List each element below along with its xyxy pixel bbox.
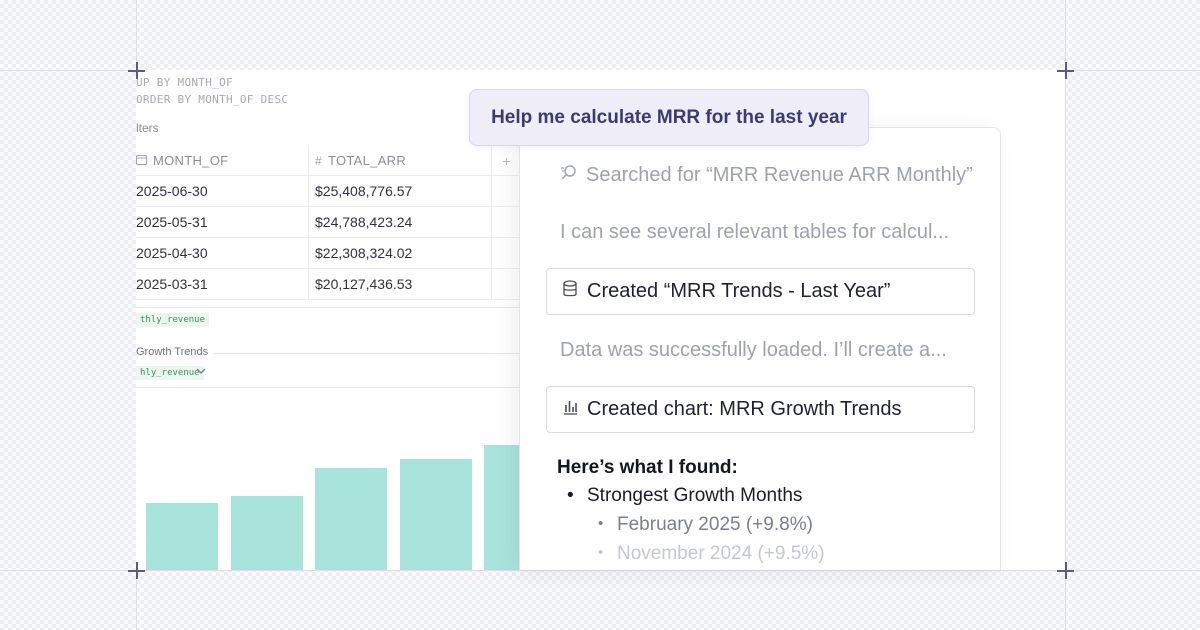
findings-bullet: Strongest Growth Months — [567, 485, 802, 507]
cell-month: 2025-03-31 — [136, 269, 309, 299]
chevron-down-icon[interactable] — [196, 367, 206, 378]
section-divider — [214, 353, 520, 354]
cell-month: 2025-05-31 — [136, 207, 309, 237]
sub-item-text: February 2025 (+9.8%) — [617, 514, 813, 535]
database-icon — [562, 279, 587, 304]
cell-arr: $24,788,423.24 — [309, 207, 492, 237]
bar-chart-icon — [562, 398, 587, 421]
step-searched: Searched for “MRR Revenue ARR Monthly” — [560, 163, 973, 187]
table-row[interactable]: 2025-04-30 $22,308,324.02 — [136, 238, 521, 269]
chart-divider — [136, 387, 520, 388]
guide-line-bottom — [0, 570, 1200, 571]
created-chart-card[interactable]: Created chart: MRR Growth Trends — [546, 386, 975, 433]
sql-line-group-by: UP BY MONTH_OF — [136, 76, 233, 89]
search-sparkle-icon — [560, 163, 586, 187]
sql-line-order-by: ORDER BY MONTH_OF DESC — [136, 93, 289, 106]
column-header-label: TOTAL_ARR — [327, 153, 407, 168]
assistant-panel: Searched for “MRR Revenue ARR Monthly” I… — [519, 127, 1001, 570]
cell-month: 2025-04-30 — [136, 238, 309, 268]
corner-crosshair-icon — [128, 562, 145, 579]
chart-bar[interactable] — [230, 496, 303, 570]
user-prompt-bubble: Help me calculate MRR for the last year — [469, 89, 869, 146]
corner-crosshair-icon — [128, 62, 145, 79]
step-text: Searched for “MRR Revenue ARR Monthly” — [586, 163, 973, 186]
chart-bar[interactable] — [146, 503, 218, 570]
findings-heading: Here’s what I found: — [557, 457, 738, 478]
findings-sub-item: February 2025 (+9.8%) — [598, 514, 813, 536]
sub-item-text: November 2024 (+9.5%) — [617, 543, 825, 564]
cell-arr: $22,308,324.02 — [309, 238, 492, 268]
table-row[interactable]: 2025-06-30 $25,408,776.57 — [136, 176, 521, 207]
chart-dataset-selector[interactable]: hly_revenue — [136, 366, 204, 380]
chart-bar[interactable] — [315, 468, 387, 570]
column-header-label: MONTH_OF — [153, 153, 229, 168]
card-label: Created chart: MRR Growth Trends — [587, 398, 902, 420]
step-loaded-note: Data was successfully loaded. I’ll creat… — [560, 339, 947, 362]
column-header-total-arr[interactable]: # TOTAL_ARR — [309, 146, 492, 175]
hash-icon: # — [315, 153, 322, 168]
filters-label[interactable]: lters — [136, 121, 159, 135]
calendar-icon — [136, 154, 147, 168]
table-header: MONTH_OF # TOTAL_ARR + — [136, 146, 521, 176]
step-text: Data was successfully loaded. I’ll creat… — [560, 339, 947, 361]
table-row[interactable]: 2025-05-31 $24,788,423.24 — [136, 207, 521, 238]
chart-section-title: Growth Trends — [136, 346, 209, 358]
table-divider — [136, 307, 520, 308]
step-tables-note: I can see several relevant tables for ca… — [560, 221, 949, 244]
column-header-month-of[interactable]: MONTH_OF — [136, 146, 309, 175]
results-table: MONTH_OF # TOTAL_ARR + 2025-06-30 $25,40… — [136, 146, 521, 300]
corner-crosshair-icon — [1057, 62, 1074, 79]
step-text: I can see several relevant tables for ca… — [560, 221, 950, 243]
add-column-button[interactable]: + — [492, 146, 521, 175]
findings-sub-item: November 2024 (+9.5%) — [598, 543, 825, 565]
dataset-tag[interactable]: thly_revenue — [136, 313, 210, 327]
guide-line-right — [1065, 0, 1066, 630]
card-label: Created “MRR Trends - Last Year” — [587, 280, 891, 302]
created-dataset-card[interactable]: Created “MRR Trends - Last Year” — [546, 268, 975, 315]
corner-crosshair-icon — [1057, 562, 1074, 579]
bullet-text: Strongest Growth Months — [587, 485, 803, 506]
chart-bar[interactable] — [399, 459, 472, 570]
table-row[interactable]: 2025-03-31 $20,127,436.53 — [136, 269, 521, 300]
cell-month: 2025-06-30 — [136, 176, 309, 206]
cell-arr: $25,408,776.57 — [309, 176, 492, 206]
cell-arr: $20,127,436.53 — [309, 269, 492, 299]
